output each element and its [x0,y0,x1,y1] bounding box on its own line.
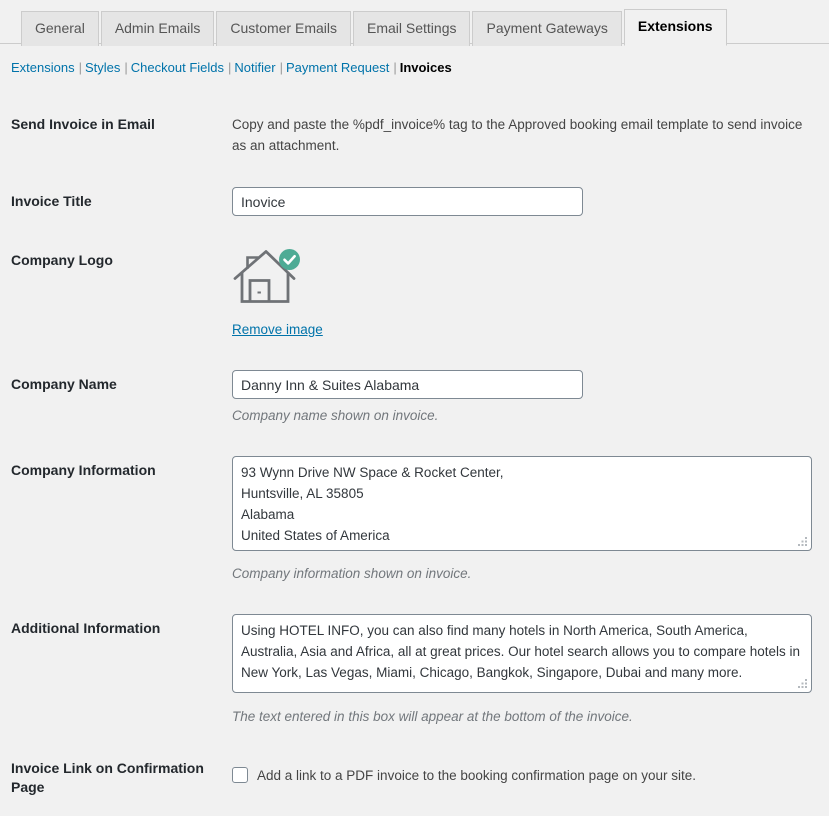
tab-customer-emails[interactable]: Customer Emails [216,11,351,46]
invoice-link-checkbox-row[interactable]: Add a link to a PDF invoice to the booki… [232,759,819,786]
additional-information-description: The text entered in this box will appear… [232,708,633,724]
subnav-separator: | [393,60,397,75]
label-additional-information: Additional Information [11,620,161,637]
tab-email-settings[interactable]: Email Settings [353,11,471,46]
tab-payment-gateways[interactable]: Payment Gateways [472,11,622,46]
invoice-link-checkbox-label: Add a link to a PDF invoice to the booki… [257,768,697,784]
invoice-settings-form: Send Invoice in Email Copy and paste the… [0,93,829,816]
invoice-link-checkbox[interactable] [232,767,248,784]
subnav: Extensions | Styles | Checkout Fields | Notifi… [0,44,829,77]
subnav-item-payment-request[interactable]: Payment Request [286,60,389,75]
row-company-logo: Company Logo Remove image [0,231,829,355]
subnav-separator: | [78,60,82,75]
company-name-input[interactable] [232,370,583,400]
send-invoice-description: Copy and paste the %pdf_invoice% tag to … [232,117,803,154]
label-send-invoice-in-email: Send Invoice in Email [11,116,155,133]
label-invoice-link-confirmation: Invoice Link on Confirmation Page [11,760,204,795]
home-icon [233,249,300,303]
row-company-information: Company Information 93 Wynn Drive NW Spa… [0,441,829,599]
row-additional-information: Additional Information Using HOTEL INFO,… [0,599,829,741]
subnav-item-invoices[interactable]: Invoices [400,60,452,75]
label-company-information: Company Information [11,462,156,479]
row-company-name: Company Name Company name shown on invoi… [0,355,829,441]
row-send-invoice-in-email: Send Invoice in Email Copy and paste the… [0,93,829,172]
settings-tab-bar: General Admin Emails Customer Emails Email … [0,0,829,46]
row-invoice-title: Invoice Title [0,172,829,231]
subnav-separator: | [279,60,283,75]
row-invoice-link-confirmation: Invoice Link on Confirmation Page Add a … [0,741,829,815]
tab-extensions[interactable]: Extensions [623,9,727,46]
label-invoice-title: Invoice Title [11,193,92,210]
additional-information-textarea[interactable]: Using HOTEL INFO, you can also find many… [232,614,812,694]
invoice-title-input[interactable] [232,187,583,217]
label-company-logo: Company Logo [11,252,113,269]
tab-general[interactable]: General [21,11,99,46]
tab-admin-emails[interactable]: Admin Emails [100,11,215,46]
company-information-description: Company information shown on invoice. [232,566,472,582]
company-information-wrapper: 93 Wynn Drive NW Space & Rocket Center, … [232,456,812,552]
remove-image-link[interactable]: Remove image [232,320,323,340]
company-information-textarea[interactable]: 93 Wynn Drive NW Space & Rocket Center, … [232,456,812,552]
company-logo-preview[interactable]: Remove image [232,246,819,340]
subnav-item-extensions[interactable]: Extensions [11,60,75,75]
additional-information-wrapper: Using HOTEL INFO, you can also find many… [232,614,812,694]
subnav-separator: | [228,60,232,75]
subnav-item-notifier[interactable]: Notifier [234,60,275,75]
label-company-name: Company Name [11,376,117,393]
subnav-separator: | [124,60,128,75]
subnav-item-styles[interactable]: Styles [85,60,120,75]
company-name-description: Company name shown on invoice. [232,408,439,424]
subnav-item-checkout-fields[interactable]: Checkout Fields [131,60,224,75]
